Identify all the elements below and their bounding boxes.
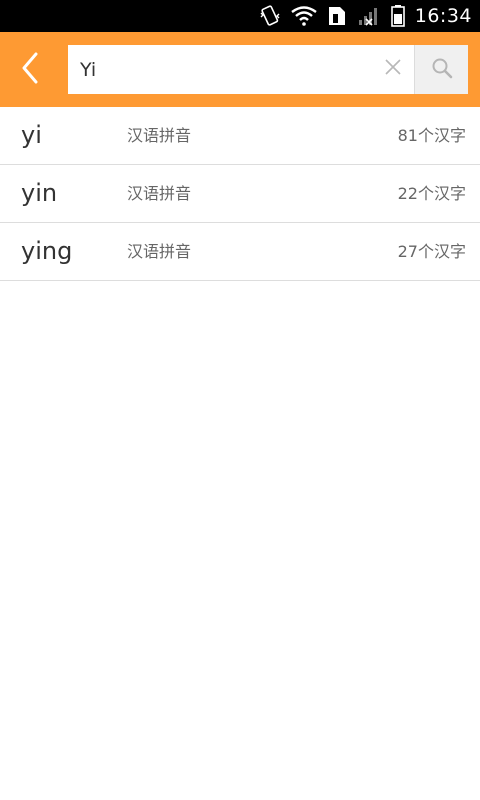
- results-list: yi 汉语拼音 81个汉字 yin 汉语拼音 22个汉字 ying 汉语拼音 2…: [0, 107, 480, 281]
- top-bar: [0, 32, 480, 107]
- signal-no-service-icon: [357, 5, 381, 27]
- list-item[interactable]: yi 汉语拼音 81个汉字: [0, 107, 480, 165]
- search-input[interactable]: [80, 45, 365, 94]
- back-button[interactable]: [0, 32, 60, 107]
- list-item[interactable]: ying 汉语拼音 27个汉字: [0, 223, 480, 281]
- character-count: 81个汉字: [397, 126, 466, 145]
- character-count: 27个汉字: [397, 242, 466, 261]
- clear-search-button[interactable]: [381, 57, 405, 81]
- type-label: 汉语拼音: [127, 126, 192, 145]
- close-icon: [384, 58, 402, 80]
- status-time: 16:34: [414, 5, 472, 27]
- search-icon: [431, 57, 453, 83]
- vibrate-icon: [259, 5, 281, 27]
- pinyin-label: ying: [21, 237, 73, 265]
- pinyin-label: yi: [21, 121, 42, 149]
- battery-icon: [390, 5, 405, 27]
- type-label: 汉语拼音: [127, 242, 192, 261]
- list-item[interactable]: yin 汉语拼音 22个汉字: [0, 165, 480, 223]
- search-box: [68, 45, 415, 94]
- sim-card-icon: [327, 5, 347, 27]
- chevron-left-icon: [20, 52, 40, 88]
- character-count: 22个汉字: [397, 184, 466, 203]
- search-button[interactable]: [414, 45, 468, 94]
- wifi-icon: [291, 6, 317, 26]
- pinyin-label: yin: [21, 179, 58, 207]
- status-bar: 16:34: [0, 0, 480, 32]
- type-label: 汉语拼音: [127, 184, 192, 203]
